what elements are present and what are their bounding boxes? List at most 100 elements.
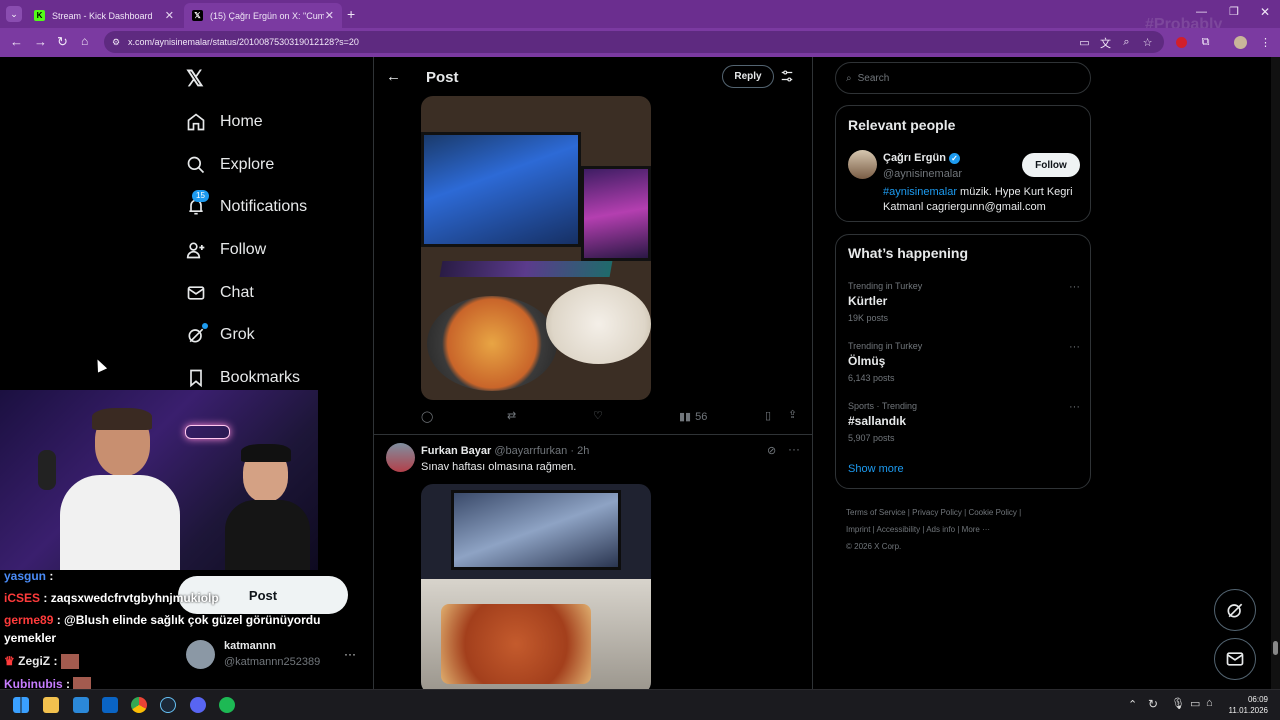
grok-float-button[interactable] xyxy=(1214,589,1256,631)
account-more-icon[interactable]: ··· xyxy=(344,647,356,661)
sidebar-item-chat[interactable]: Chat xyxy=(186,278,254,308)
post-image[interactable] xyxy=(421,96,651,400)
profile-avatar[interactable] xyxy=(1234,36,1247,49)
like-icon[interactable]: ♡ xyxy=(593,409,603,422)
site-info-icon[interactable]: ⚙ xyxy=(112,37,120,48)
tray-chevron-icon[interactable]: ⌃ xyxy=(1128,698,1137,711)
maximize-button[interactable]: ❐ xyxy=(1229,5,1239,18)
trend-more-icon[interactable]: ··· xyxy=(1069,281,1080,293)
pide-dish xyxy=(441,604,591,684)
plate-dish xyxy=(546,284,651,364)
chrome-icon[interactable] xyxy=(131,697,147,713)
account-name: katmannn xyxy=(224,640,276,652)
share-icon[interactable]: ⇪ xyxy=(788,408,797,421)
post-more-icon[interactable]: ··· xyxy=(788,442,800,456)
footer-link[interactable]: Accessibility xyxy=(877,525,921,534)
back-icon[interactable]: ← xyxy=(10,34,23,49)
tab-kick-dashboard[interactable]: K Stream - Kick Dashboard ✕ xyxy=(26,3,182,28)
bio-hashtag[interactable]: #aynisinemalar xyxy=(883,186,957,198)
messages-float-button[interactable] xyxy=(1214,638,1256,680)
author-handle: @bayarrfurkan xyxy=(494,445,568,457)
bookmark-action-icon[interactable]: ▯ xyxy=(765,409,771,422)
footer-link[interactable]: Cookie Policy xyxy=(968,508,1016,517)
translate-icon[interactable]: 文 xyxy=(1099,36,1112,50)
new-tab-button[interactable]: + xyxy=(347,6,355,22)
reload-icon[interactable]: ↻ xyxy=(57,34,68,50)
grok-icon xyxy=(186,323,208,345)
star-icon[interactable]: ☆ xyxy=(1141,36,1154,49)
notification-badge: 15 xyxy=(192,190,209,202)
reply-icon[interactable]: ◯ xyxy=(421,410,433,423)
extension-icon[interactable] xyxy=(1175,36,1188,49)
tray-display-icon[interactable]: ▭ xyxy=(1190,697,1200,710)
repost-icon[interactable]: ⇄ xyxy=(507,409,516,422)
sidebar-item-home[interactable]: Home xyxy=(186,107,263,137)
tab-search-button[interactable]: ⌄ xyxy=(6,6,22,22)
close-icon[interactable]: ✕ xyxy=(325,9,334,22)
trend-item[interactable]: Trending in Turkey Ölmüş 6,143 posts ··· xyxy=(848,341,1080,383)
footer-link[interactable]: Terms of Service xyxy=(846,508,906,517)
sliders-icon[interactable] xyxy=(780,69,794,88)
reply-button[interactable]: Reply xyxy=(722,65,774,88)
account-switcher[interactable]: katmannn @katmannn252389 ··· xyxy=(186,637,366,673)
x-logo[interactable]: 𝕏 xyxy=(186,66,204,92)
spotify-icon[interactable] xyxy=(219,697,235,713)
search-input[interactable]: ⌕ Search xyxy=(835,62,1091,94)
install-icon[interactable]: ▭ xyxy=(1078,36,1091,49)
keyboard xyxy=(439,261,613,277)
webcam-overlay xyxy=(0,390,318,570)
trend-item[interactable]: Sports · Trending #sallandık 5,907 posts… xyxy=(848,401,1080,443)
puzzle-icon[interactable]: ⧉ xyxy=(1199,36,1212,49)
scrollbar[interactable] xyxy=(1271,57,1280,689)
back-arrow-icon[interactable]: ← xyxy=(386,68,401,85)
sidebar-item-explore[interactable]: Explore xyxy=(186,150,274,180)
menu-icon[interactable]: ⋮ xyxy=(1259,36,1272,49)
avatar[interactable] xyxy=(848,150,877,179)
sidebar-item-follow[interactable]: Follow xyxy=(186,235,266,265)
tray-sync-icon[interactable]: ↻ xyxy=(1148,697,1158,711)
store-icon[interactable] xyxy=(73,697,89,713)
trend-more-icon[interactable]: ··· xyxy=(1069,341,1080,353)
scrollbar-thumb[interactable] xyxy=(1273,641,1278,655)
close-window-button[interactable]: ✕ xyxy=(1260,5,1270,19)
tab-x-post[interactable]: 𝕏 (15) Çağrı Ergün on X: "Cumarte ✕ xyxy=(184,3,342,28)
footer-link[interactable]: Privacy Policy xyxy=(912,508,962,517)
home-browser-icon[interactable]: ⌂ xyxy=(81,34,88,48)
follow-button[interactable]: Follow xyxy=(1022,153,1080,177)
close-icon[interactable]: ✕ xyxy=(165,9,174,22)
post-image[interactable] xyxy=(421,484,651,689)
grok-post-icon[interactable]: ⊘ xyxy=(767,444,776,457)
x-page: 𝕏 Home Explore 15 Notifications Follow C… xyxy=(0,57,1280,689)
tray-mic-icon[interactable]: 🎙 xyxy=(1171,697,1185,710)
x-icon: 𝕏 xyxy=(192,10,203,21)
trend-item[interactable]: Trending in Turkey Kürtler 19K posts ··· xyxy=(848,281,1080,323)
copyright: © 2026 X Corp. xyxy=(846,542,902,551)
zoom-icon[interactable]: ⌕ xyxy=(1120,36,1133,49)
footer-link[interactable]: Imprint xyxy=(846,525,870,534)
trend-count: 6,143 posts xyxy=(848,373,895,383)
streamer-1 xyxy=(60,408,180,570)
show-more-link[interactable]: Show more xyxy=(848,463,904,475)
address-bar[interactable]: ⚙ x.com/aynisinemalar/status/20100875303… xyxy=(104,31,1164,53)
tray-clock[interactable]: 06:09 11.01.2026 xyxy=(1226,694,1268,716)
file-explorer-icon[interactable] xyxy=(43,697,59,713)
discord-icon[interactable] xyxy=(190,697,206,713)
sidebar-item-notifications[interactable]: 15 Notifications xyxy=(186,190,307,222)
sidebar-item-grok[interactable]: Grok xyxy=(186,320,255,350)
forward-icon[interactable]: → xyxy=(34,34,47,49)
footer-link[interactable]: More ··· xyxy=(962,525,990,534)
person-name[interactable]: Çağrı Ergün ✓ xyxy=(883,152,961,164)
chart-bars-icon: ▮▮ xyxy=(679,411,692,423)
footer-link[interactable]: Ads info xyxy=(926,525,955,534)
trend-meta: Trending in Turkey xyxy=(848,341,923,351)
windows-start-icon[interactable] xyxy=(13,697,29,713)
outlook-icon[interactable] xyxy=(102,697,118,713)
post-author-row: Furkan Bayar @bayarrfurkan · 2h xyxy=(421,445,589,457)
sidebar-item-bookmarks[interactable]: Bookmarks xyxy=(186,363,300,393)
views-stat[interactable]: ▮▮ 56 xyxy=(679,410,707,424)
trend-more-icon[interactable]: ··· xyxy=(1069,401,1080,413)
steam-icon[interactable] xyxy=(160,697,176,713)
tray-network-icon[interactable]: ⌂ xyxy=(1206,697,1213,709)
author-name[interactable]: Furkan Bayar xyxy=(421,445,491,457)
avatar[interactable] xyxy=(386,443,415,472)
